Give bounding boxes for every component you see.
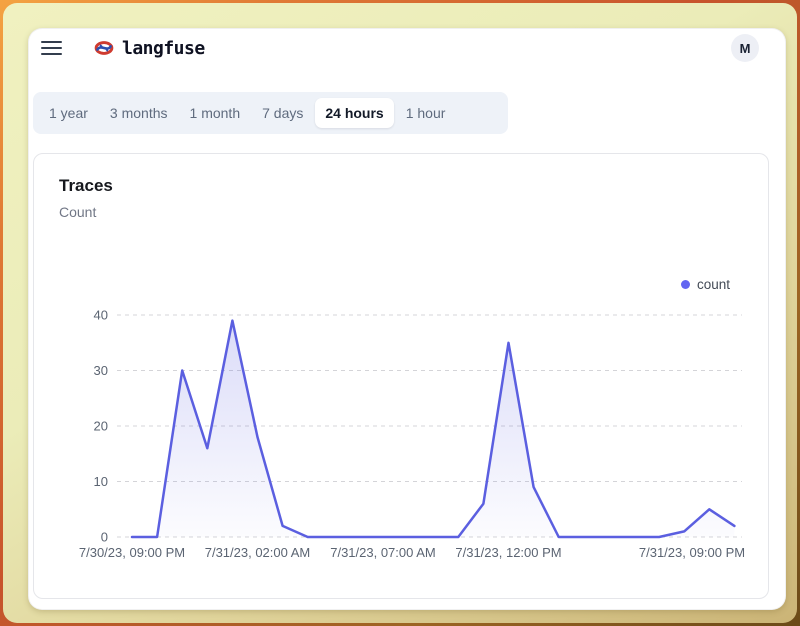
y-tick-label: 0 xyxy=(101,530,108,545)
knot-icon xyxy=(94,40,114,56)
y-tick-label: 20 xyxy=(94,419,108,434)
traces-area-chart[interactable]: 0 10 20 30 40 7/30/23, 09:00 PM 7/31/23, 02:00… xyxy=(34,154,770,600)
x-tick-label: 7/30/23, 09:00 PM xyxy=(79,545,185,560)
x-tick-label: 7/31/23, 02:00 AM xyxy=(205,545,311,560)
menu-icon[interactable] xyxy=(39,39,64,57)
tab-1-hour[interactable]: 1 hour xyxy=(396,98,456,128)
app-header: langfuse M xyxy=(39,34,759,62)
y-tick-label: 40 xyxy=(94,308,108,323)
traces-card: Traces Count count 0102030407/30/23, 09:… xyxy=(33,153,769,599)
brand-logo[interactable]: langfuse xyxy=(94,38,205,59)
x-tick-label: 7/31/23, 07:00 AM xyxy=(330,545,436,560)
x-tick-label: 7/31/23, 09:00 PM xyxy=(639,545,745,560)
tab-7-days[interactable]: 7 days xyxy=(252,98,313,128)
tab-3-months[interactable]: 3 months xyxy=(100,98,178,128)
user-avatar[interactable]: M xyxy=(731,34,759,62)
y-tick-label: 30 xyxy=(94,363,108,378)
app-window: langfuse M 1 year3 months1 month7 days24… xyxy=(28,28,786,610)
tab-1-year[interactable]: 1 year xyxy=(39,98,98,128)
chart-area-fill xyxy=(132,321,734,537)
x-tick-label: 7/31/23, 12:00 PM xyxy=(455,545,561,560)
brand-name: langfuse xyxy=(122,38,205,59)
tab-1-month[interactable]: 1 month xyxy=(180,98,251,128)
tab-24-hours[interactable]: 24 hours xyxy=(315,98,393,128)
y-tick-label: 10 xyxy=(94,474,108,489)
time-range-tabbar: 1 year3 months1 month7 days24 hours1 hou… xyxy=(33,92,508,134)
